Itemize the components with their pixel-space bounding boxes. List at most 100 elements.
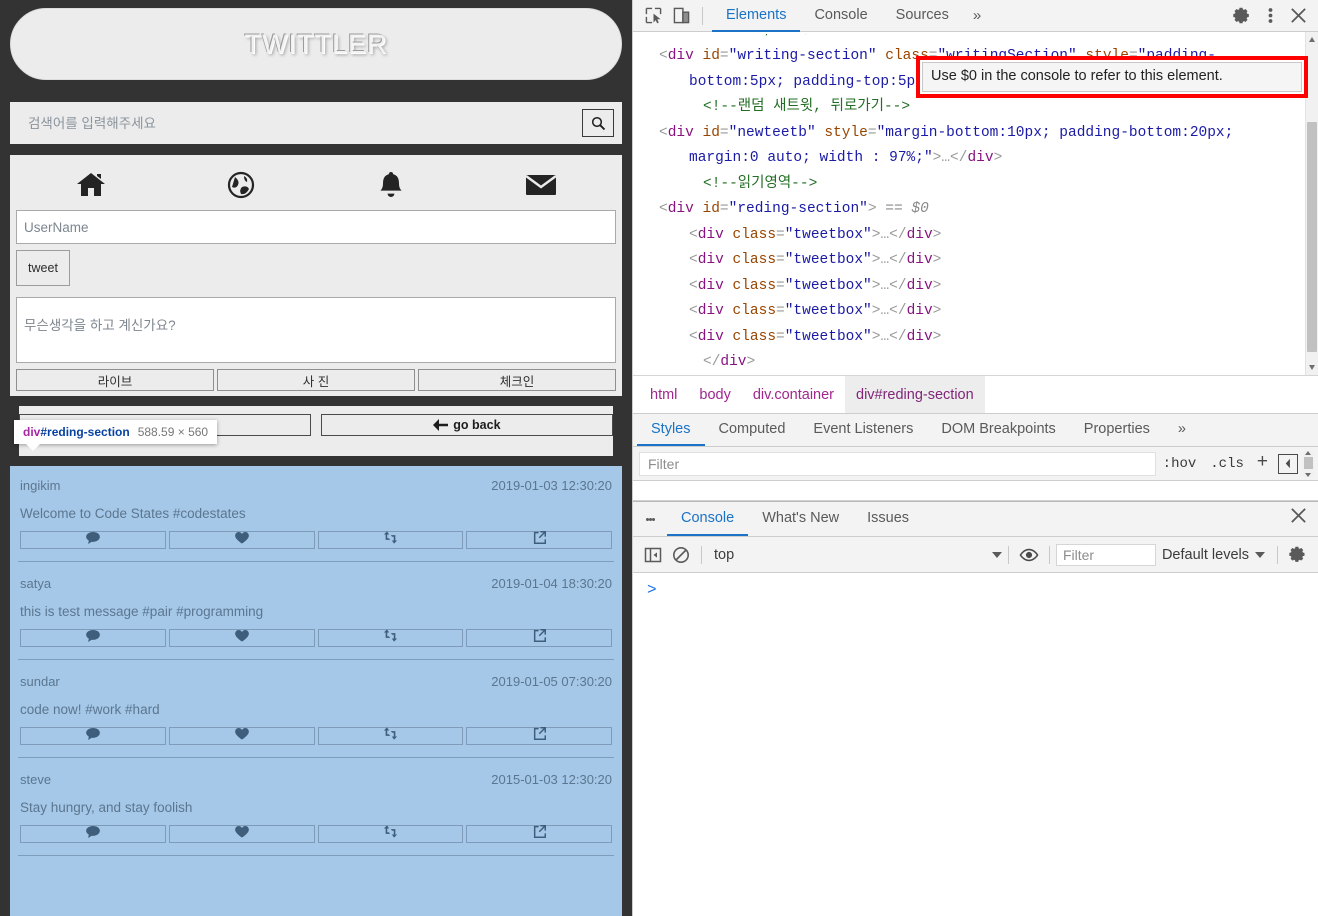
dom-node-line[interactable]: <!--랜덤 새트윗, 뒤로가기-->	[633, 95, 1305, 121]
scroll-down-arrow-icon[interactable]	[1309, 365, 1315, 370]
console-context-selector[interactable]: top	[708, 547, 740, 563]
tab-styles[interactable]: Styles	[637, 414, 705, 446]
tweet-action-share[interactable]	[466, 825, 612, 843]
compose-textarea[interactable]	[16, 297, 616, 363]
dom-token-pk: div	[906, 328, 933, 345]
devtools-close-button[interactable]	[1284, 3, 1312, 29]
devtools-settings-button[interactable]	[1228, 3, 1256, 29]
console-sidebar-toggle-button[interactable]	[639, 542, 667, 568]
tweet-action-heart[interactable]	[168, 825, 315, 843]
log-levels-chevron-down-icon	[1255, 551, 1265, 558]
styles-scrollbar-thumb[interactable]	[1303, 456, 1313, 469]
tweet-action-share[interactable]	[466, 629, 612, 647]
new-style-rule-button[interactable]: +	[1251, 451, 1274, 476]
devtools-more-options-button[interactable]	[1256, 3, 1284, 29]
tab-computed[interactable]: Computed	[705, 414, 800, 446]
tab-elements[interactable]: Elements	[712, 0, 801, 32]
tweet-username[interactable]: steve	[20, 772, 51, 787]
dom-token-pn: …	[880, 328, 890, 345]
dom-token-pn: =	[719, 124, 729, 141]
styles-more-tabs-button[interactable]: »	[1164, 414, 1200, 446]
breadcrumb-item[interactable]: body	[688, 376, 741, 414]
dom-node-line[interactable]: <div class="tweetbox">…</div>	[633, 248, 1305, 274]
dom-node-line[interactable]: <!--읽기영역-->	[633, 172, 1305, 198]
tweet-action-row	[20, 629, 612, 647]
live-expression-button[interactable]	[1015, 542, 1043, 568]
tab-console[interactable]: Console	[800, 0, 881, 32]
dom-token-pn: <	[659, 48, 668, 64]
search-button[interactable]	[582, 109, 614, 137]
elements-dom-tree-pane[interactable]: <!--로그인, 검색--><div id="writing-section" …	[633, 32, 1318, 375]
tweet-action-comment[interactable]	[20, 727, 166, 745]
console-filter-input[interactable]	[1055, 543, 1156, 566]
device-toolbar-button[interactable]	[667, 3, 695, 29]
tweet-action-share[interactable]	[466, 531, 612, 549]
dom-node-line[interactable]: <div id="newteetb" style="margin-bottom:…	[633, 121, 1305, 172]
dom-node-line[interactable]: <div class="tweetbox">…</div>	[633, 299, 1305, 325]
dom-token-at: id	[693, 201, 720, 217]
drawer-spacer	[923, 502, 1284, 536]
styles-filter-input[interactable]	[639, 451, 1156, 476]
tweet-username[interactable]: sundar	[20, 674, 60, 689]
console-settings-button[interactable]	[1284, 542, 1312, 568]
tab-sources[interactable]: Sources	[882, 0, 963, 32]
tweet-action-heart[interactable]	[168, 629, 315, 647]
nav-icon-row	[16, 160, 616, 210]
drawer-tab-whats-new[interactable]: What's New	[748, 502, 853, 536]
dom-node-line[interactable]: •••<div id="reding-section"> == $0	[633, 197, 1305, 223]
tweet-action-retweet[interactable]	[317, 531, 464, 549]
tweet-action-comment[interactable]	[20, 629, 166, 647]
dom-node-line[interactable]: </div>	[633, 350, 1305, 375]
tab-properties[interactable]: Properties	[1070, 414, 1164, 446]
drawer-tab-console[interactable]: Console	[667, 502, 749, 536]
toggle-class-button[interactable]: .cls	[1203, 456, 1251, 472]
drawer-more-options-button[interactable]	[633, 502, 667, 536]
drawer-tab-issues[interactable]: Issues	[853, 502, 923, 536]
breadcrumb-item[interactable]: html	[639, 376, 688, 414]
context-chevron-down-icon[interactable]	[991, 551, 1002, 558]
dom-node-line[interactable]: <!--로그인, 검색-->	[633, 34, 1305, 44]
dom-node-line[interactable]: <div class="tweetbox">…</div>	[633, 274, 1305, 300]
tab-dom-breakpoints[interactable]: DOM Breakpoints	[927, 414, 1069, 446]
styles-scroll-down-icon[interactable]	[1305, 472, 1311, 477]
tweet-action-heart[interactable]	[168, 531, 315, 549]
tweet-action-comment[interactable]	[20, 531, 166, 549]
toggle-hover-state-button[interactable]: :hov	[1156, 456, 1204, 472]
compose-option-live[interactable]: 라이브	[16, 369, 214, 391]
tweet-username[interactable]: ingikim	[20, 478, 60, 493]
dom-node-line[interactable]: <div class="tweetbox">…</div>	[633, 325, 1305, 351]
tweet-action-retweet[interactable]	[317, 825, 464, 843]
drawer-close-button[interactable]	[1284, 502, 1312, 528]
console-output-area[interactable]: >	[633, 573, 1318, 916]
inspect-element-button[interactable]	[639, 3, 667, 29]
console-log-levels-selector[interactable]: Default levels	[1156, 547, 1271, 563]
nav-item-explore[interactable]	[166, 171, 316, 199]
dom-token-pn: <	[689, 252, 698, 268]
username-input[interactable]	[16, 210, 616, 244]
breadcrumb-item[interactable]: div.container	[742, 376, 845, 414]
breadcrumb-item[interactable]: div#reding-section	[845, 375, 985, 414]
nav-item-home[interactable]	[16, 171, 166, 199]
compose-option-checkin[interactable]: 체크인	[418, 369, 616, 391]
search-input[interactable]	[18, 114, 582, 132]
tweet-action-retweet[interactable]	[317, 629, 464, 647]
tweet-submit-button[interactable]: tweet	[16, 250, 70, 286]
nav-item-messages[interactable]	[466, 173, 616, 197]
go-back-button[interactable]: go back	[321, 414, 613, 436]
tweet-action-heart[interactable]	[168, 727, 315, 745]
clear-console-button[interactable]	[667, 542, 695, 568]
scrollbar-thumb[interactable]	[1307, 122, 1317, 352]
scroll-up-arrow-icon[interactable]	[1309, 37, 1315, 42]
styles-scroll-up-icon[interactable]	[1305, 450, 1311, 455]
tweet-action-share[interactable]	[466, 727, 612, 745]
compose-option-photo[interactable]: 사 진	[217, 369, 415, 391]
nav-item-notifications[interactable]	[316, 171, 466, 199]
styles-scrollbar[interactable]	[1303, 450, 1314, 477]
tweet-action-retweet[interactable]	[317, 727, 464, 745]
more-tabs-button[interactable]: »	[963, 0, 991, 32]
toggle-computed-sidebar-button[interactable]	[1278, 453, 1298, 474]
dom-node-line[interactable]: <div class="tweetbox">…</div>	[633, 223, 1305, 249]
tweet-username[interactable]: satya	[20, 576, 51, 591]
tweet-action-comment[interactable]	[20, 825, 166, 843]
tab-event-listeners[interactable]: Event Listeners	[799, 414, 927, 446]
